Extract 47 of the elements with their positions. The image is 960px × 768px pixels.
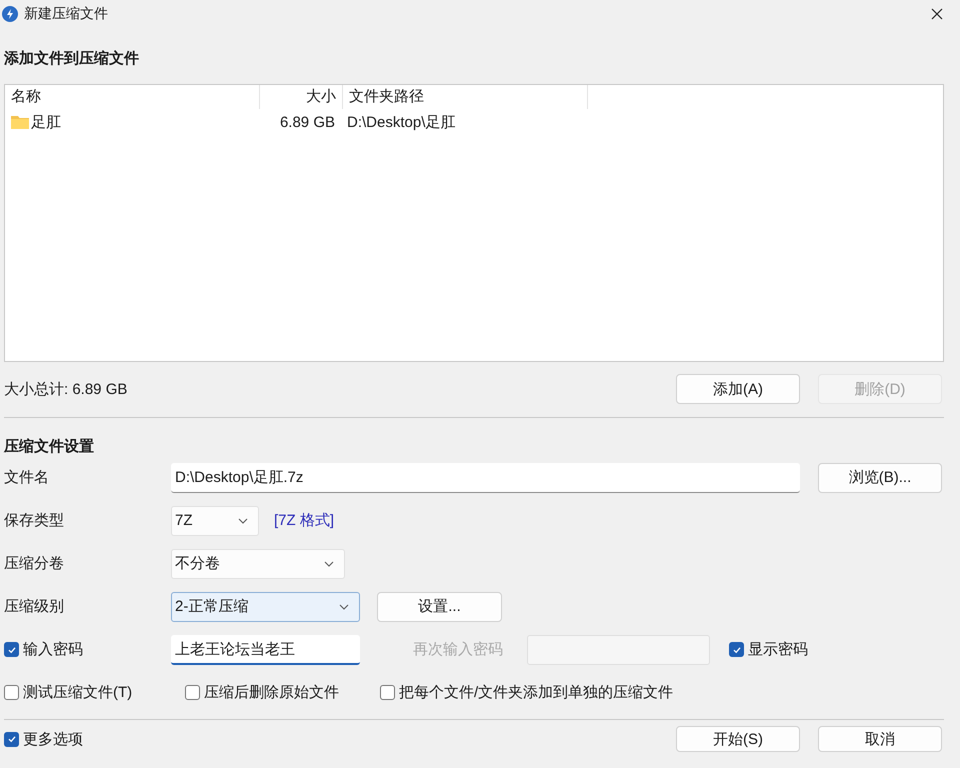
checkbox-label: 测试压缩文件(T) [23, 683, 132, 702]
checkbox[interactable] [4, 732, 19, 746]
field-label: 压缩级别 [4, 597, 65, 616]
checkbox[interactable] [4, 685, 19, 700]
field-label: 压缩分卷 [4, 554, 65, 573]
checkbox[interactable] [4, 642, 19, 657]
field-label: 再次输入密码 [413, 640, 504, 659]
add-button[interactable]: 添加(A) [676, 374, 800, 404]
chevron-down-icon [238, 518, 248, 524]
file-name: 足肛 [31, 112, 61, 132]
cancel-button[interactable]: 取消 [818, 726, 942, 752]
browse-button[interactable]: 浏览(B)... [818, 462, 942, 492]
section-heading: 添加文件到压缩文件 [3, 49, 140, 68]
check-icon [732, 644, 742, 654]
format-dropdown[interactable]: 7Z [171, 506, 259, 536]
check-icon [6, 644, 16, 654]
checkbox[interactable] [729, 642, 744, 657]
field-label: 保存类型 [4, 511, 65, 530]
checkbox-label: 更多选项 [23, 730, 83, 748]
window-title: 新建压缩文件 [24, 5, 108, 23]
checkbox[interactable] [185, 685, 200, 700]
start-button[interactable]: 开始(S) [676, 726, 800, 752]
volume-dropdown[interactable]: 不分卷 [171, 548, 345, 578]
check-icon [6, 734, 16, 744]
chevron-down-icon [324, 560, 334, 566]
checkbox-label: 输入密码 [23, 640, 83, 659]
checkbox-label: 显示密码 [748, 640, 808, 659]
filename-field[interactable]: D:\Desktop\足肛.7z [171, 462, 800, 492]
chevron-down-icon [339, 604, 349, 610]
checkbox-label: 把每个文件/文件夹添加到单独的压缩文件 [399, 683, 674, 702]
file-size: 6.89 GB [278, 114, 336, 130]
close-icon [931, 8, 943, 20]
column-header[interactable]: 名称 [5, 85, 260, 109]
column-header[interactable]: 大小 [260, 85, 343, 109]
level-dropdown[interactable]: 2-正常压缩 [171, 592, 360, 622]
app-icon [2, 6, 18, 22]
format-link[interactable]: [7Z 格式] [274, 511, 334, 530]
settings-button[interactable]: 设置... [377, 592, 502, 622]
field-label: 文件名 [4, 468, 50, 487]
checkbox[interactable] [380, 685, 395, 700]
folder-path: D:\Desktop\足肛 [346, 112, 456, 132]
column-header[interactable]: 文件夹路径 [343, 85, 588, 109]
password-field[interactable]: 上老王论坛当老王 [171, 634, 360, 664]
section-heading: 压缩文件设置 [2, 437, 95, 456]
checkbox-label: 压缩后删除原始文件 [204, 683, 339, 702]
total-size: 大小总计: 6.89 GB [4, 380, 128, 398]
folder-icon [11, 115, 29, 129]
